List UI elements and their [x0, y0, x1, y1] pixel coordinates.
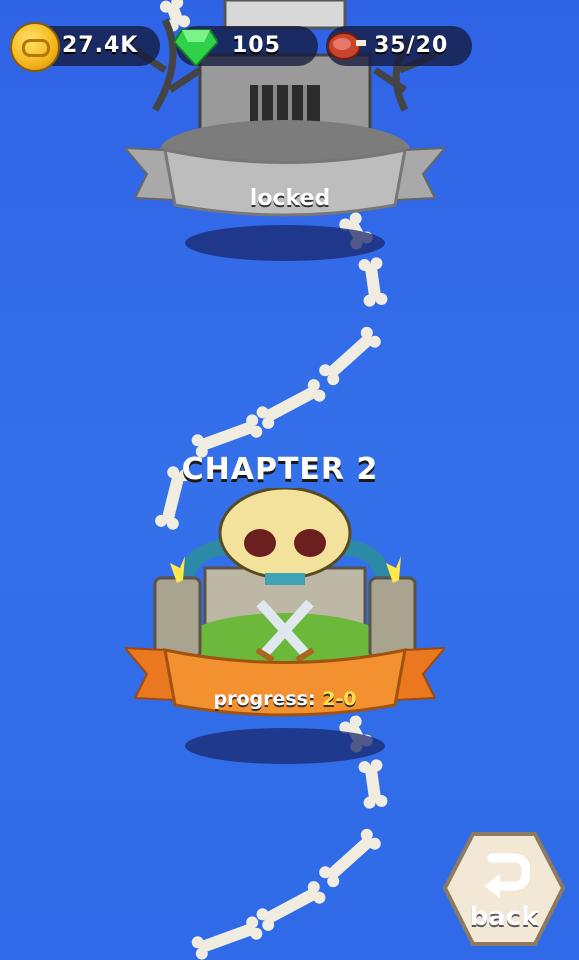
coin-value: 27.4K — [62, 33, 139, 58]
locked-label: locked — [249, 186, 331, 211]
progress-value: 2-0 — [322, 688, 357, 710]
chapter-title: CHAPTER 2 — [181, 452, 379, 487]
coin-icon — [10, 22, 60, 72]
progress-label: progress: — [213, 688, 316, 710]
gem-value: 105 — [232, 33, 281, 58]
chapter-progress: progress: 2-0 — [205, 688, 365, 710]
coin-counter[interactable]: 27.4K — [10, 22, 160, 72]
energy-counter[interactable]: 35/20 — [326, 26, 472, 66]
game-screen: { "currency": { "coins": "27.4K", "gems"… — [0, 0, 579, 960]
back-arrow-icon — [484, 853, 530, 898]
gem-icon — [174, 29, 218, 66]
gem-counter[interactable]: 105 — [174, 26, 318, 66]
back-label: back — [469, 902, 539, 932]
energy-value: 35/20 — [374, 33, 449, 58]
meat-icon — [327, 32, 366, 60]
back-button[interactable]: back — [442, 830, 566, 950]
